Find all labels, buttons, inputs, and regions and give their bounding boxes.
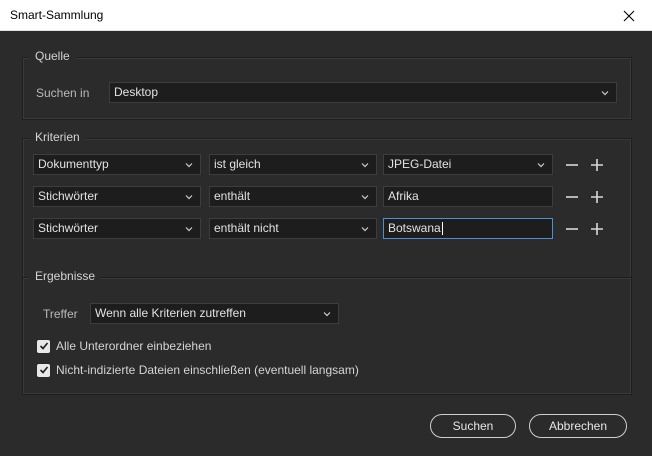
treffer-value: Wenn alle Kriterien zutreffen [95,306,246,320]
criteria-value-text: Afrika [388,189,419,203]
ergebnisse-group [22,277,632,395]
include-nonindexed-option[interactable]: Nicht-indizierte Dateien einschließen (e… [37,363,359,377]
text-caret [441,222,443,236]
cancel-button[interactable]: Abbrechen [529,414,627,438]
kriterien-legend: Kriterien [29,130,86,144]
chevron-down-icon [601,91,609,96]
criteria-operator-value: ist gleich [214,157,261,171]
include-subfolders-checkbox[interactable] [37,339,50,353]
criteria-field-dropdown[interactable]: Stichwörter [33,186,201,207]
quelle-legend: Quelle [29,49,76,63]
chevron-down-icon [185,227,193,232]
criteria-value-text: Botswana [388,221,441,235]
include-subfolders-label: Alle Unterordner einbeziehen [56,339,212,353]
suchen-in-value: Desktop [114,85,159,99]
criteria-field-value: Stichwörter [38,221,99,235]
ergebnisse-legend: Ergebnisse [29,269,102,283]
minus-icon[interactable] [565,158,579,172]
include-nonindexed-label: Nicht-indizierte Dateien einschließen (e… [56,363,359,377]
window-title: Smart-Sammlung [10,8,104,22]
plus-icon[interactable] [590,158,604,172]
close-icon [623,10,635,21]
checkmark-icon [39,366,48,374]
search-button[interactable]: Suchen [430,414,516,438]
treffer-dropdown[interactable]: Wenn alle Kriterien zutreffen [90,303,339,324]
plus-icon[interactable] [590,222,604,236]
chevron-down-icon [323,312,331,317]
plus-icon[interactable] [590,190,604,204]
criteria-value-value: JPEG-Datei [388,157,452,171]
chevron-down-icon [361,163,369,168]
criteria-operator-value: enthält [214,189,251,203]
minus-icon[interactable] [565,222,579,236]
chevron-down-icon [537,163,545,168]
chevron-down-icon [361,195,369,200]
include-subfolders-option[interactable]: Alle Unterordner einbeziehen [37,339,211,353]
criteria-operator-dropdown[interactable]: enthält nicht [209,218,377,239]
include-nonindexed-checkbox[interactable] [37,363,50,377]
suchen-in-dropdown[interactable]: Desktop [109,82,617,103]
title-bar: Smart-Sammlung [0,0,652,31]
criteria-value-dropdown[interactable]: JPEG-Datei [383,154,553,175]
chevron-down-icon [185,195,193,200]
chevron-down-icon [185,163,193,168]
criteria-field-value: Stichwörter [38,189,99,203]
close-button[interactable] [606,0,652,31]
criteria-operator-dropdown[interactable]: ist gleich [209,154,377,175]
criteria-field-value: Dokumenttyp [38,157,109,171]
criteria-operator-value: enthält nicht [214,221,279,235]
dialog-body: Quelle Suchen in Desktop Kriterien Dokum… [1,31,651,455]
criteria-value-input[interactable]: Afrika [383,186,553,207]
chevron-down-icon [361,227,369,232]
checkmark-icon [39,342,48,350]
treffer-label: Treffer [43,307,78,321]
criteria-field-dropdown[interactable]: Dokumenttyp [33,154,201,175]
criteria-value-input[interactable]: Botswana [383,218,553,239]
minus-icon[interactable] [565,190,579,204]
criteria-field-dropdown[interactable]: Stichwörter [33,218,201,239]
suchen-in-label: Suchen in [36,86,90,100]
criteria-operator-dropdown[interactable]: enthält [209,186,377,207]
